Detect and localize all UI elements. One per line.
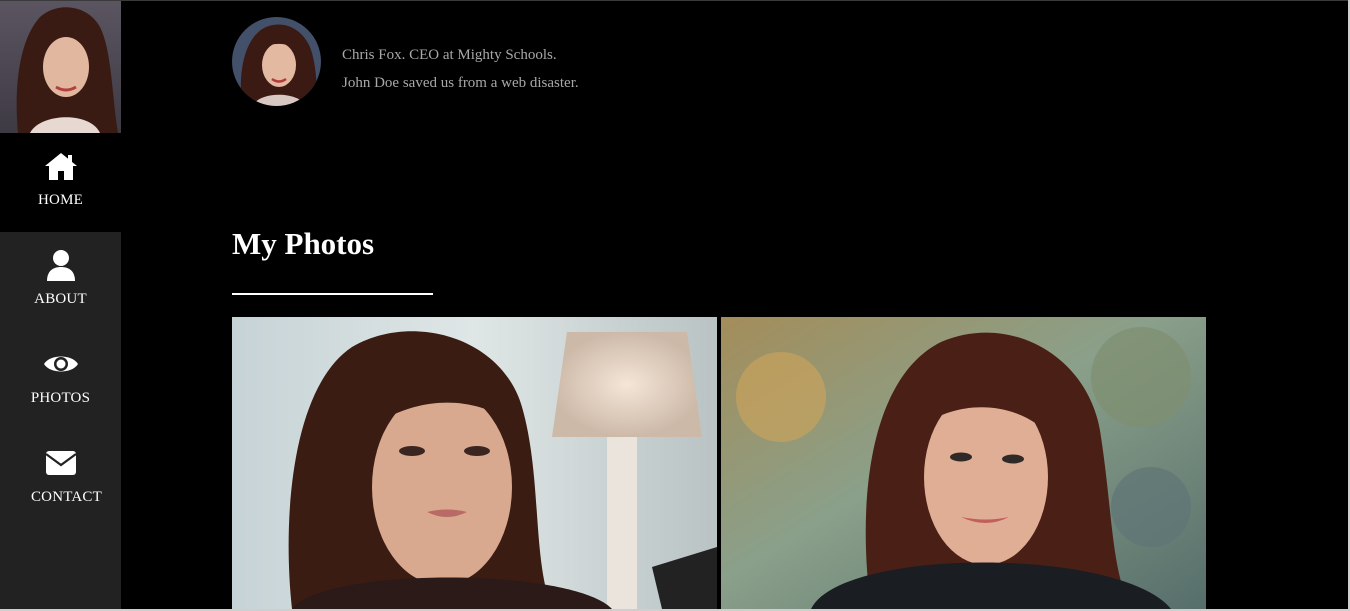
sidebar-item-label: CONTACT xyxy=(30,489,103,505)
eye-icon xyxy=(43,348,79,380)
sidebar-item-contact[interactable]: CONTACT xyxy=(0,430,121,529)
sidebar-item-about[interactable]: ABOUT xyxy=(0,232,121,331)
title-underline xyxy=(232,293,433,295)
testimonial-quote: John Doe saved us from a web disaster. xyxy=(342,75,579,91)
sidebar-nav: HOME ABOUT PHOTOS CONTACT xyxy=(0,1,121,609)
envelope-icon xyxy=(43,447,79,479)
testimonial-avatar xyxy=(232,17,321,106)
photo-card[interactable] xyxy=(721,317,1206,609)
sidebar-item-home[interactable]: HOME xyxy=(0,133,121,232)
sidebar-item-label: PHOTOS xyxy=(30,390,91,406)
window-top-border xyxy=(0,0,1350,1)
photo-card[interactable] xyxy=(232,317,717,609)
testimonial-author: Chris Fox. CEO at Mighty Schools. xyxy=(342,47,557,63)
sidebar-item-label: ABOUT xyxy=(34,291,87,307)
sidebar-item-label: HOME xyxy=(38,192,83,208)
sidebar-item-photos[interactable]: PHOTOS xyxy=(0,331,121,430)
home-icon xyxy=(43,150,79,182)
section-title: My Photos xyxy=(232,226,375,261)
sidebar-profile-photo xyxy=(0,1,121,133)
user-icon xyxy=(43,249,79,281)
